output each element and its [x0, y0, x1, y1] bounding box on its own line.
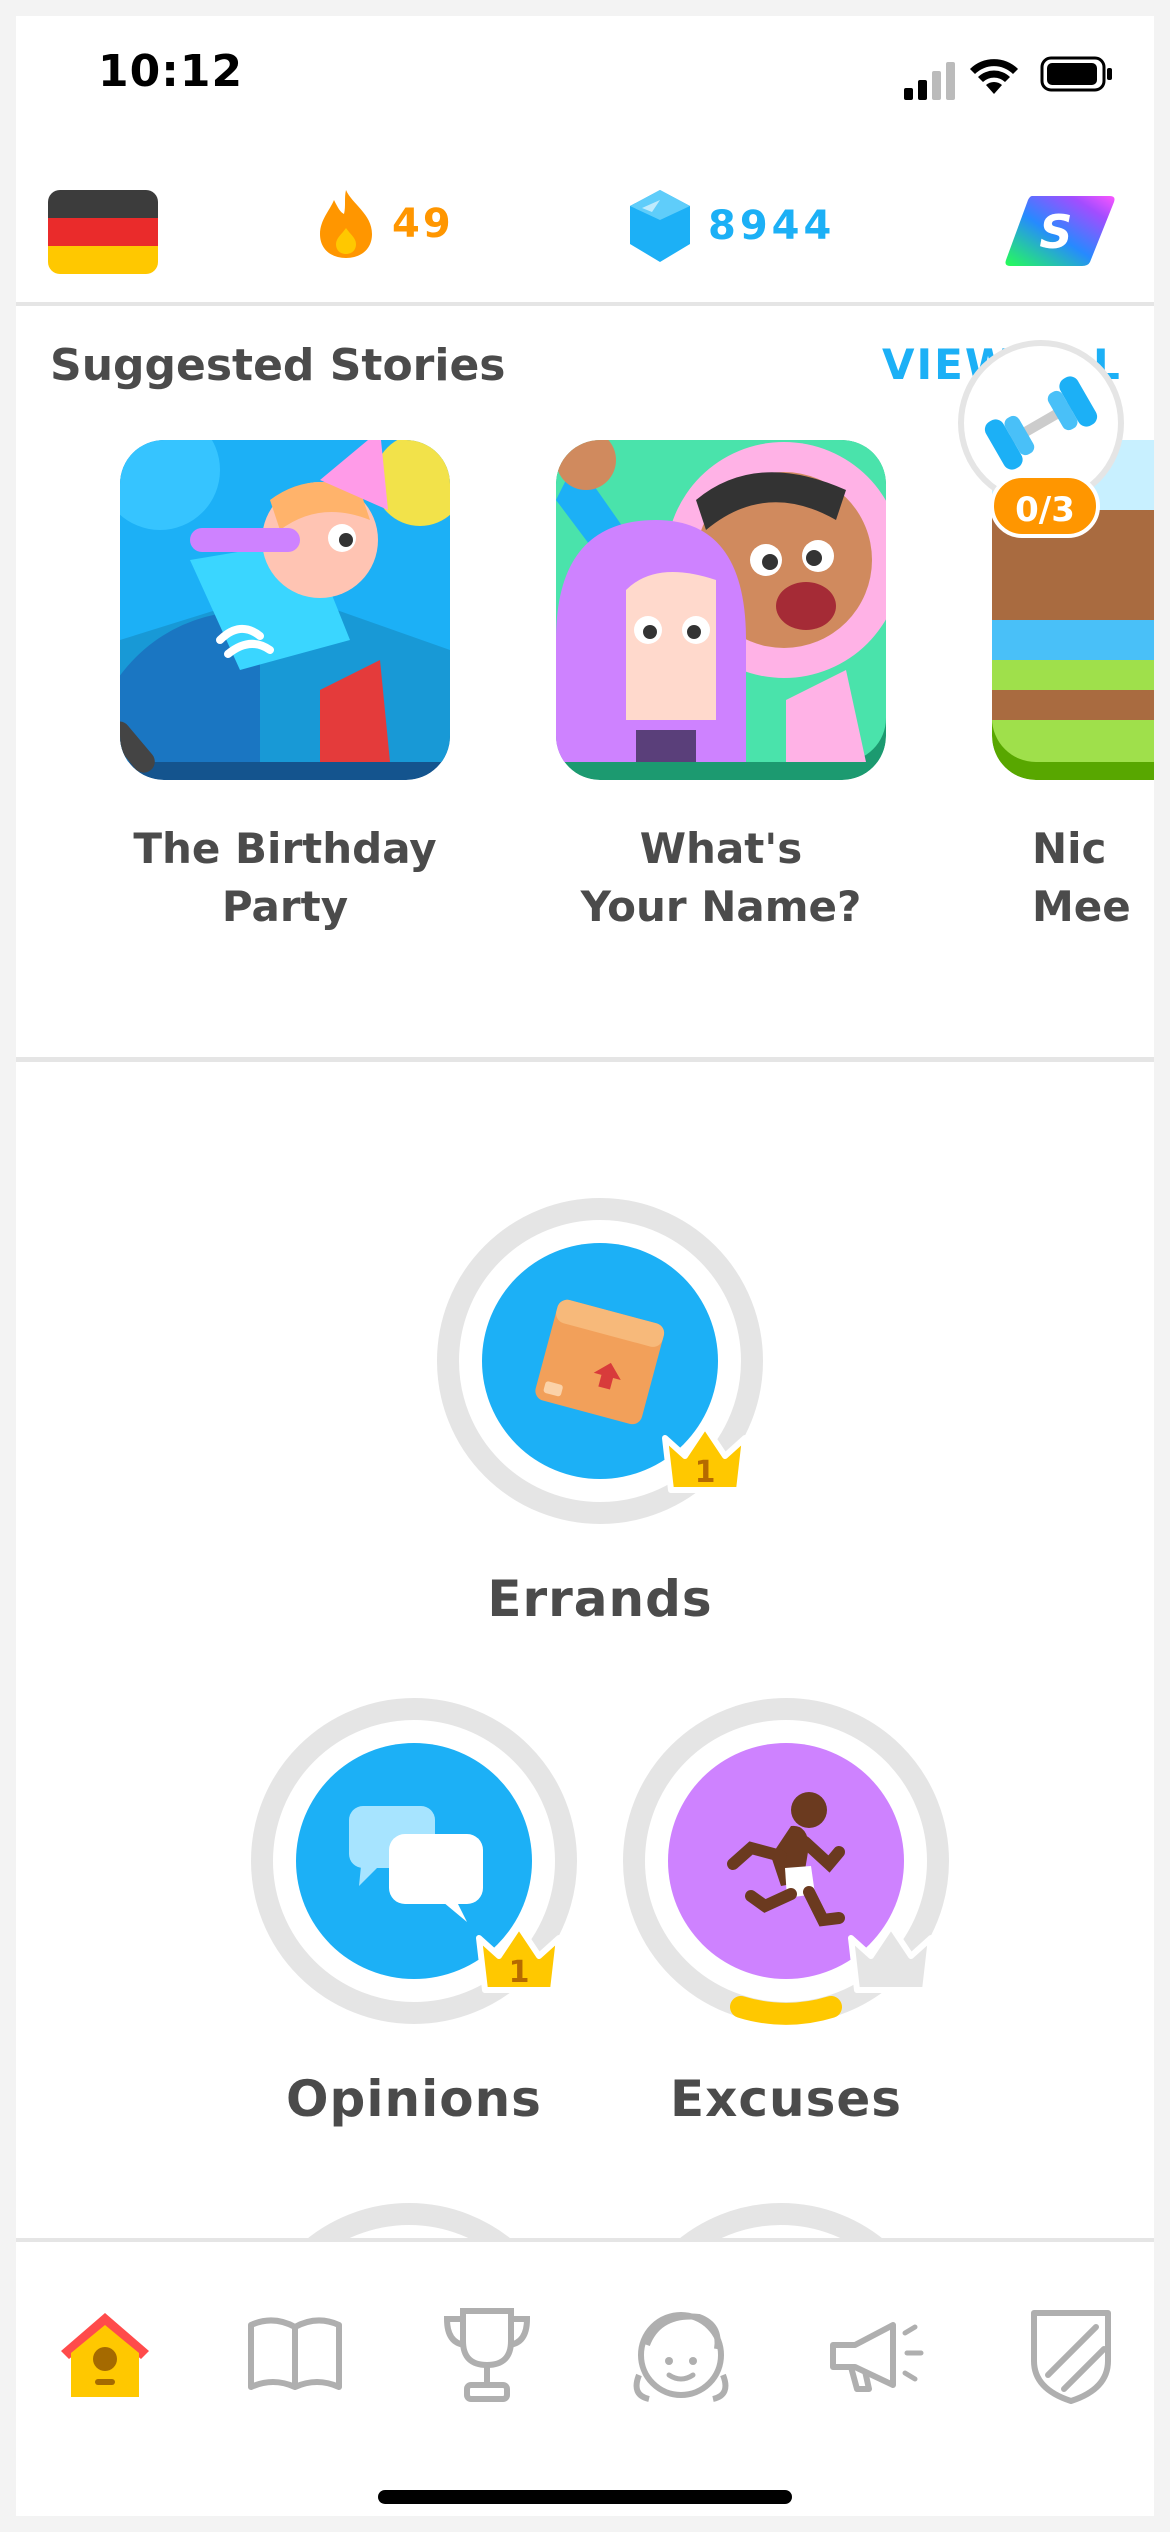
progress-arc	[730, 1996, 842, 2025]
gem-icon	[630, 190, 690, 262]
story-title: Nic Mee	[1032, 824, 1131, 931]
stories-book-icon	[248, 2317, 342, 2390]
section-title: Suggested Stories	[50, 340, 506, 391]
next-skill-ring-peek	[670, 2203, 892, 2246]
nav-leaderboards[interactable]	[432, 2300, 542, 2410]
birthday-party-illustration	[100, 410, 466, 780]
box-icon	[535, 1299, 665, 1425]
running-person-icon	[727, 1792, 845, 1927]
skill-label: Excuses	[669, 2070, 903, 2128]
super-duolingo-icon[interactable]: S	[1004, 194, 1116, 268]
next-skill-ring-peek	[298, 2203, 520, 2246]
battery-icon	[1040, 56, 1112, 92]
crown-icon: 1	[662, 1423, 748, 1493]
suggested-stories-section: Suggested Stories VIEW ALL	[16, 310, 1154, 1062]
streak-value: 49	[392, 201, 454, 247]
gems-value: 8944	[708, 203, 836, 249]
chat-bubbles-icon	[349, 1806, 483, 1922]
app-screen: 10:12 49 8944 S Suggested Stories VIEW T…	[16, 16, 1154, 2516]
streak-counter[interactable]: 49	[316, 188, 454, 260]
nav-home[interactable]	[50, 2300, 160, 2410]
skill-opinions[interactable]: 1 Opinions	[244, 1696, 584, 2128]
story-title: What's Your Name?	[580, 824, 862, 931]
skill-ring: 1	[249, 1696, 579, 2026]
status-bar: 10:12	[16, 16, 1154, 156]
skill-label: Opinions	[286, 2070, 542, 2128]
skill-label: Errands	[487, 1570, 713, 1628]
home-icon	[61, 2313, 149, 2397]
profile-avatar-icon	[633, 2312, 729, 2402]
nav-stories[interactable]	[240, 2300, 350, 2410]
status-time: 10:12	[98, 46, 244, 97]
crown-icon: 1	[476, 1923, 562, 1993]
skill-excuses[interactable]: Excuses	[616, 1696, 956, 2128]
top-bar: 49 8944 S	[16, 156, 1154, 306]
skill-ring	[621, 1696, 951, 2026]
svg-text:S: S	[1039, 205, 1072, 259]
svg-text:1: 1	[695, 1455, 716, 1490]
gems-counter[interactable]: 8944	[628, 188, 835, 264]
wifi-icon	[970, 59, 1018, 94]
svg-text:1: 1	[509, 1955, 530, 1990]
whats-your-name-illustration	[556, 430, 902, 780]
skill-errands[interactable]: 1 Errands	[430, 1196, 770, 1628]
story-card[interactable]: The Birthday Party	[100, 410, 466, 936]
leaderboard-trophy-icon	[443, 2308, 531, 2402]
home-indicator[interactable]	[378, 2490, 792, 2504]
germany-flag-icon[interactable]	[48, 190, 158, 274]
nav-shop[interactable]	[1016, 2300, 1126, 2410]
news-megaphone-icon	[830, 2322, 924, 2392]
nav-news[interactable]	[822, 2300, 932, 2410]
story-card[interactable]: What's Your Name?	[556, 430, 902, 936]
flame-icon	[320, 190, 372, 258]
cellular-signal-icon	[904, 62, 955, 100]
practice-progress-badge: 0/3	[990, 474, 1100, 538]
crown-icon	[848, 1923, 934, 1993]
skill-ring: 1	[435, 1196, 765, 1526]
bottom-nav	[16, 2238, 1154, 2516]
shop-shield-icon	[1031, 2310, 1111, 2404]
nav-profile[interactable]	[626, 2300, 736, 2410]
story-title: The Birthday Party	[133, 824, 437, 931]
